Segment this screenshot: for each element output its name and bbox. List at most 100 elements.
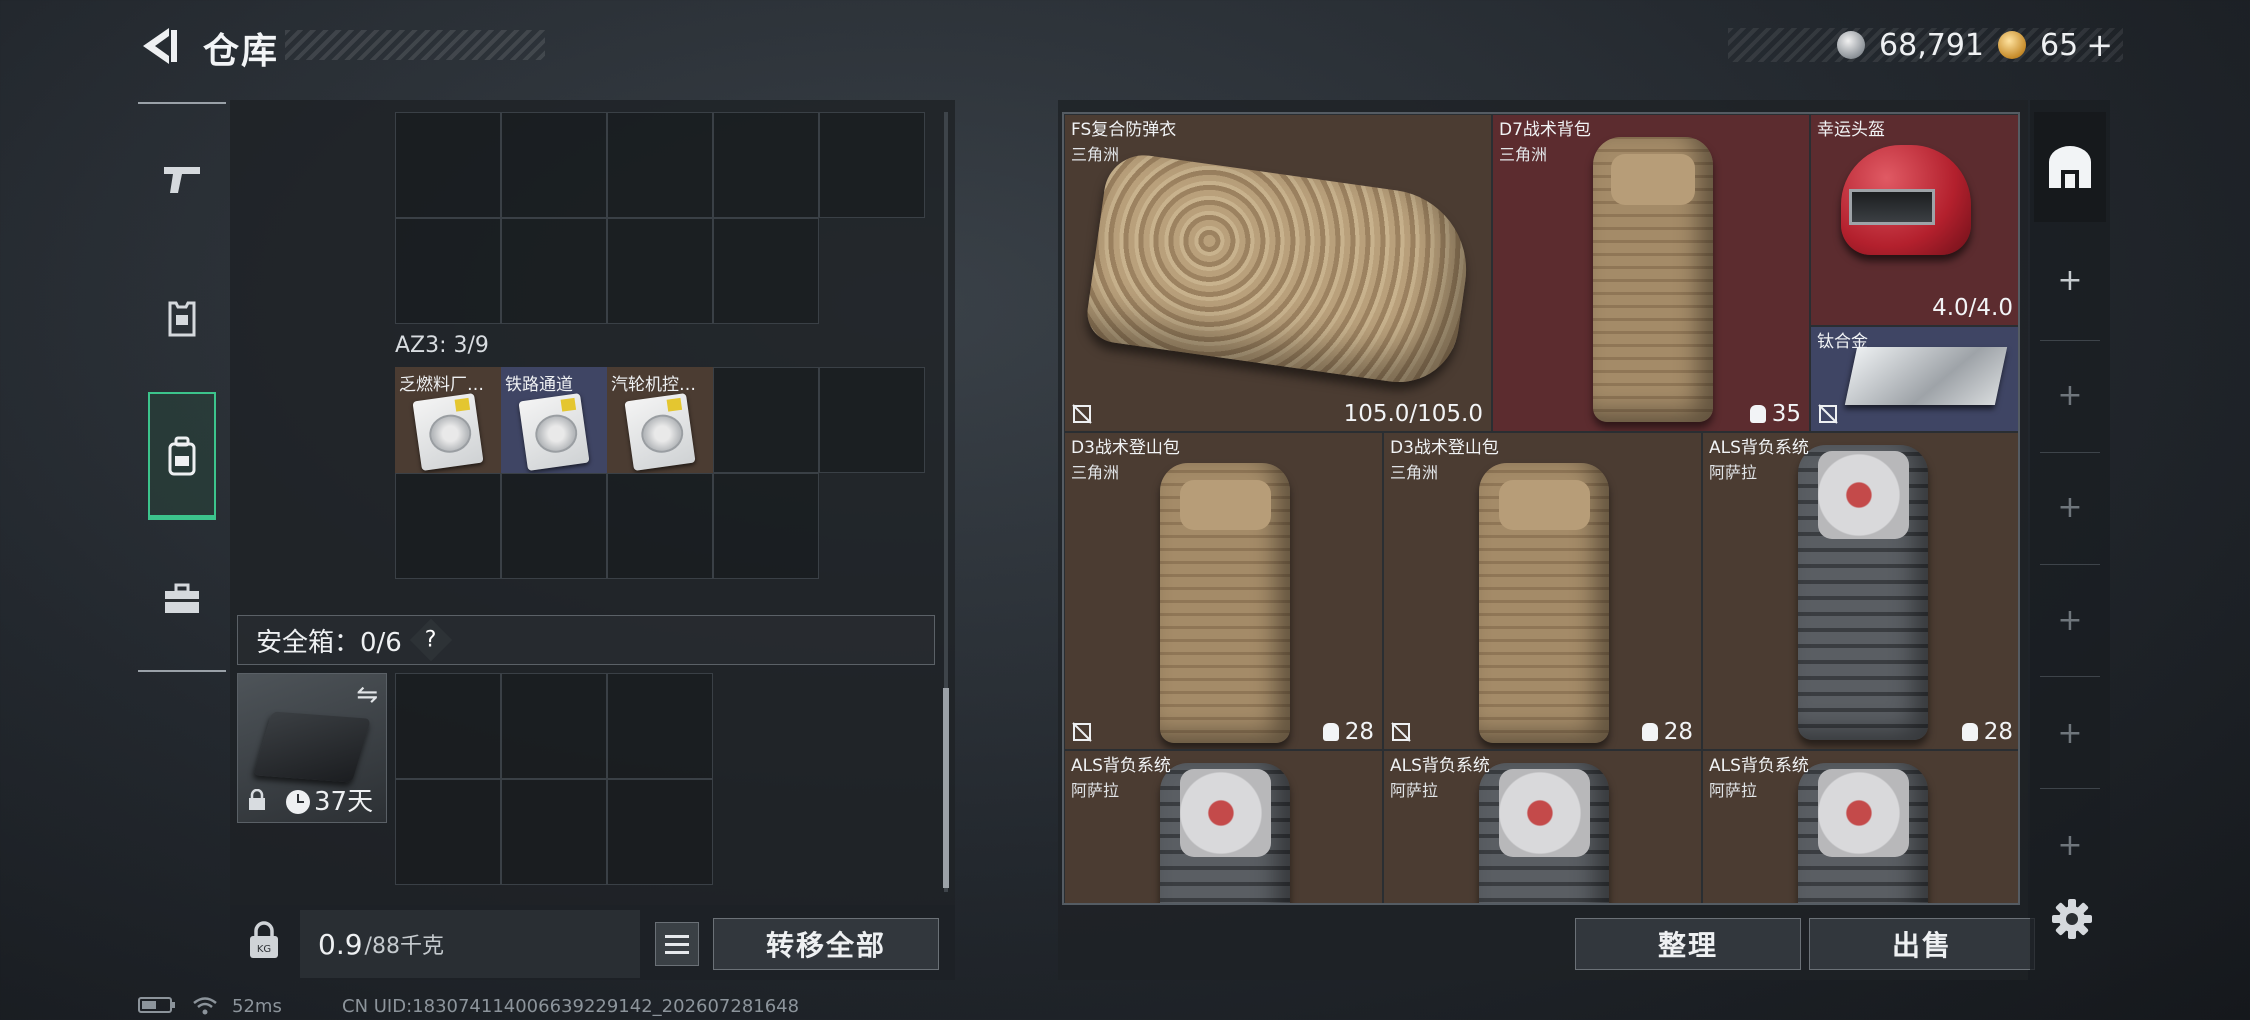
capacity-value: 35 [1771, 401, 1801, 427]
swap-icon[interactable]: ⇋ [356, 680, 378, 710]
list-icon-line [665, 934, 689, 938]
nav-tab-armor[interactable] [138, 255, 226, 383]
battery-icon [138, 996, 176, 1019]
grid-slot[interactable] [713, 473, 819, 579]
warehouse-icon [2049, 146, 2091, 188]
backpack-image [1798, 763, 1928, 903]
item-name: ALS背负系统 [1709, 756, 1809, 776]
add-currency-button[interactable]: + [2086, 26, 2113, 64]
nav-tab-toolbox[interactable] [138, 535, 226, 663]
item-name: 乏燃料厂… [399, 375, 484, 395]
grid-slot[interactable] [713, 218, 819, 324]
grid-slot[interactable] [395, 673, 501, 779]
weight-lock-icon[interactable]: KG [247, 920, 281, 960]
grid-slot[interactable] [395, 112, 501, 218]
keycard-image [412, 393, 484, 471]
titanium-image [1844, 347, 2008, 405]
organize-button[interactable]: 整理 [1575, 918, 1801, 970]
grid-slot[interactable] [713, 367, 819, 473]
grid-slot[interactable] [501, 779, 607, 885]
grid-slot[interactable] [607, 473, 713, 579]
silver-coin-icon [1837, 31, 1866, 59]
transfer-all-button[interactable]: 转移全部 [713, 918, 939, 970]
grid-slot[interactable] [607, 779, 713, 885]
stash-item-backpack[interactable]: D3战术登山包 三角洲 28 [1383, 432, 1702, 750]
pistol-icon [164, 167, 200, 193]
add-stash-page-button[interactable]: + [2040, 565, 2100, 675]
clock-icon [286, 790, 310, 814]
stash-item-backpack[interactable]: ALS背负系统 阿萨拉 [1064, 750, 1383, 903]
settings-gear-icon[interactable] [2050, 897, 2094, 941]
item-origin: 三角洲 [1390, 463, 1439, 482]
capacity-icon [1641, 723, 1658, 741]
safe-case-item[interactable]: ⇋ 37天 [237, 673, 387, 823]
silver-currency-value: 68,791 [1879, 27, 1984, 63]
grid-slot[interactable] [819, 112, 925, 218]
backpack-image [1798, 445, 1928, 740]
keycard-item[interactable]: 汽轮机控… [607, 367, 713, 473]
grid-slot[interactable] [713, 112, 819, 218]
back-button[interactable] [135, 22, 185, 70]
item-durability: 105.0/105.0 [1343, 401, 1483, 427]
grid-slot[interactable] [501, 218, 607, 324]
stash-item-backpack[interactable]: ALS背负系统 阿萨拉 28 [1702, 432, 2018, 750]
stash-item-backpack[interactable]: D3战术登山包 三角洲 28 [1064, 432, 1383, 750]
grid-slot[interactable] [501, 473, 607, 579]
stash-item-backpack[interactable]: ALS背负系统 阿萨拉 [1383, 750, 1702, 903]
sell-button[interactable]: 出售 [1809, 918, 2035, 970]
grid-slot[interactable] [395, 218, 501, 324]
left-scrollbar-thumb[interactable] [943, 688, 949, 888]
item-name: 幸运头盔 [1817, 120, 1885, 140]
no-insure-icon [1072, 722, 1092, 742]
safe-case-days: 37天 [314, 787, 374, 817]
armor-icon [168, 301, 196, 337]
help-icon[interactable]: ? [409, 618, 453, 662]
grid-slot[interactable] [395, 473, 501, 579]
grid-slot[interactable] [607, 673, 713, 779]
item-origin: 阿萨拉 [1390, 781, 1439, 800]
item-name: 钛合金 [1817, 332, 1868, 352]
grid-slot[interactable] [501, 112, 607, 218]
add-stash-page-button[interactable]: + [2040, 225, 2100, 335]
add-stash-page-button[interactable]: + [2040, 678, 2100, 788]
keycard-item[interactable]: 铁路通道 [501, 367, 607, 473]
grid-slot[interactable] [607, 112, 713, 218]
grid-slot[interactable] [607, 218, 713, 324]
backpack-icon [168, 436, 196, 476]
nav-tab-weapons[interactable] [138, 115, 226, 243]
keycard-image [624, 393, 696, 471]
nav-divider-bottom [138, 670, 226, 672]
item-origin: 三角洲 [1071, 463, 1120, 482]
backpack-image [1160, 763, 1290, 903]
stash-page-main[interactable] [2034, 112, 2106, 222]
carry-weight: 0.9 /88千克 [300, 910, 640, 978]
stash-item-titanium[interactable]: 钛合金 [1810, 326, 2018, 432]
item-name: 铁路通道 [505, 375, 573, 395]
add-stash-page-button[interactable]: + [2040, 340, 2100, 450]
rail-divider [2040, 788, 2100, 789]
stash-item-helmet[interactable]: 幸运头盔 4.0/4.0 [1810, 114, 2018, 326]
stash-item-backpack[interactable]: D7战术背包 三角洲 35 [1492, 114, 1810, 432]
title-decoration [285, 30, 545, 60]
add-stash-page-button[interactable]: + [2040, 452, 2100, 562]
stash-item-armor[interactable]: FS复合防弹衣 三角洲 105.0/105.0 [1064, 114, 1492, 432]
rail-divider [2040, 676, 2100, 677]
stash-item-backpack[interactable]: ALS背负系统 阿萨拉 [1702, 750, 2018, 903]
add-stash-page-button[interactable]: + [2040, 790, 2100, 900]
grid-slot[interactable] [395, 779, 501, 885]
item-name: ALS背负系统 [1071, 756, 1171, 776]
grid-slot[interactable] [819, 367, 925, 473]
gold-coin-icon [1998, 31, 2026, 59]
list-view-button[interactable] [655, 922, 699, 966]
no-insure-icon [1391, 722, 1411, 742]
nav-tab-backpack[interactable] [138, 392, 226, 520]
grid-slot[interactable] [501, 673, 607, 779]
ping-value: 52ms [232, 996, 282, 1017]
item-origin: 三角洲 [1071, 145, 1120, 164]
back-arrow-icon [143, 28, 177, 64]
item-capacity: 28 [1961, 719, 2013, 745]
item-name: 汽轮机控… [611, 375, 696, 395]
wifi-icon [192, 996, 218, 1020]
no-insure-icon [1072, 404, 1092, 424]
keycard-item[interactable]: 乏燃料厂… [395, 367, 501, 473]
